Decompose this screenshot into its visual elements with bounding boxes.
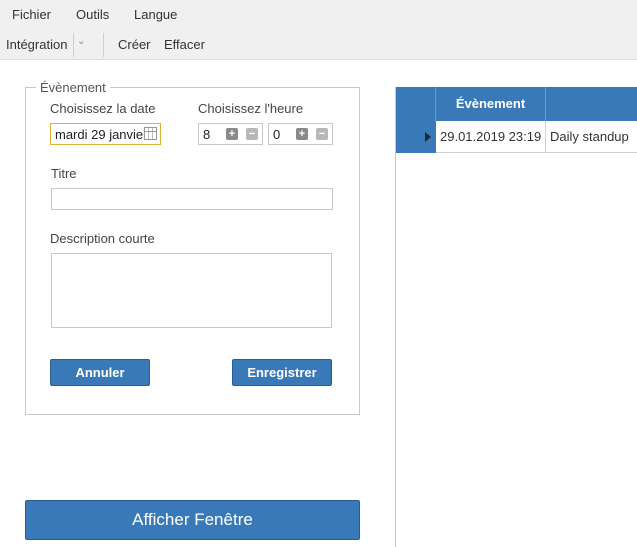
column-header-event[interactable]: Évènement (436, 87, 546, 121)
menu-tools[interactable]: Outils (76, 7, 109, 22)
row-selector[interactable] (396, 121, 436, 153)
description-textarea[interactable] (51, 253, 332, 328)
toolbar-divider (73, 33, 74, 57)
minus-icon[interactable]: − (246, 128, 258, 140)
chevron-down-icon[interactable]: ⌄ (77, 36, 85, 47)
column-header-title[interactable] (546, 87, 637, 121)
grid-header: Évènement (396, 87, 637, 121)
minute-value: 0 (273, 127, 281, 142)
save-button[interactable]: Enregistrer (232, 359, 332, 386)
title-input[interactable] (51, 188, 333, 210)
events-grid: Évènement 29.01.2019 23:19 Daily standup (395, 87, 637, 547)
toolbar-divider (103, 33, 104, 57)
clear-button[interactable]: Effacer (164, 37, 205, 52)
menu-language[interactable]: Langue (134, 7, 177, 22)
cell-event-date[interactable]: 29.01.2019 23:19 (436, 121, 546, 153)
date-value: mardi 29 janvier 2019 (55, 127, 143, 142)
show-window-button[interactable]: Afficher Fenêtre (25, 500, 360, 540)
plus-icon[interactable]: + (226, 128, 238, 140)
fieldset-legend: Évènement (36, 80, 110, 95)
hour-value: 8 (203, 127, 211, 142)
hour-spinner[interactable]: 8 + − (198, 123, 263, 145)
plus-icon[interactable]: + (296, 128, 308, 140)
cancel-button[interactable]: Annuler (50, 359, 150, 386)
title-label: Titre (51, 166, 77, 181)
minus-icon[interactable]: − (316, 128, 328, 140)
header-row-selector (396, 87, 436, 121)
table-row[interactable]: 29.01.2019 23:19 Daily standup (396, 121, 637, 153)
cell-event-title[interactable]: Daily standup (546, 121, 637, 153)
row-pointer-icon (425, 132, 431, 142)
date-picker[interactable]: mardi 29 janvier 2019 (50, 123, 161, 145)
integration-dropdown[interactable]: Intégration (6, 37, 67, 52)
time-label: Choisissez l'heure (198, 101, 304, 116)
calendar-icon[interactable] (144, 127, 157, 140)
top-bar: Fichier Outils Langue Intégration ⌄ Crée… (0, 0, 637, 60)
date-label: Choisissez la date (50, 101, 156, 116)
minute-spinner[interactable]: 0 + − (268, 123, 333, 145)
create-button[interactable]: Créer (118, 37, 151, 52)
description-label: Description courte (50, 231, 155, 246)
menu-file[interactable]: Fichier (12, 7, 51, 22)
